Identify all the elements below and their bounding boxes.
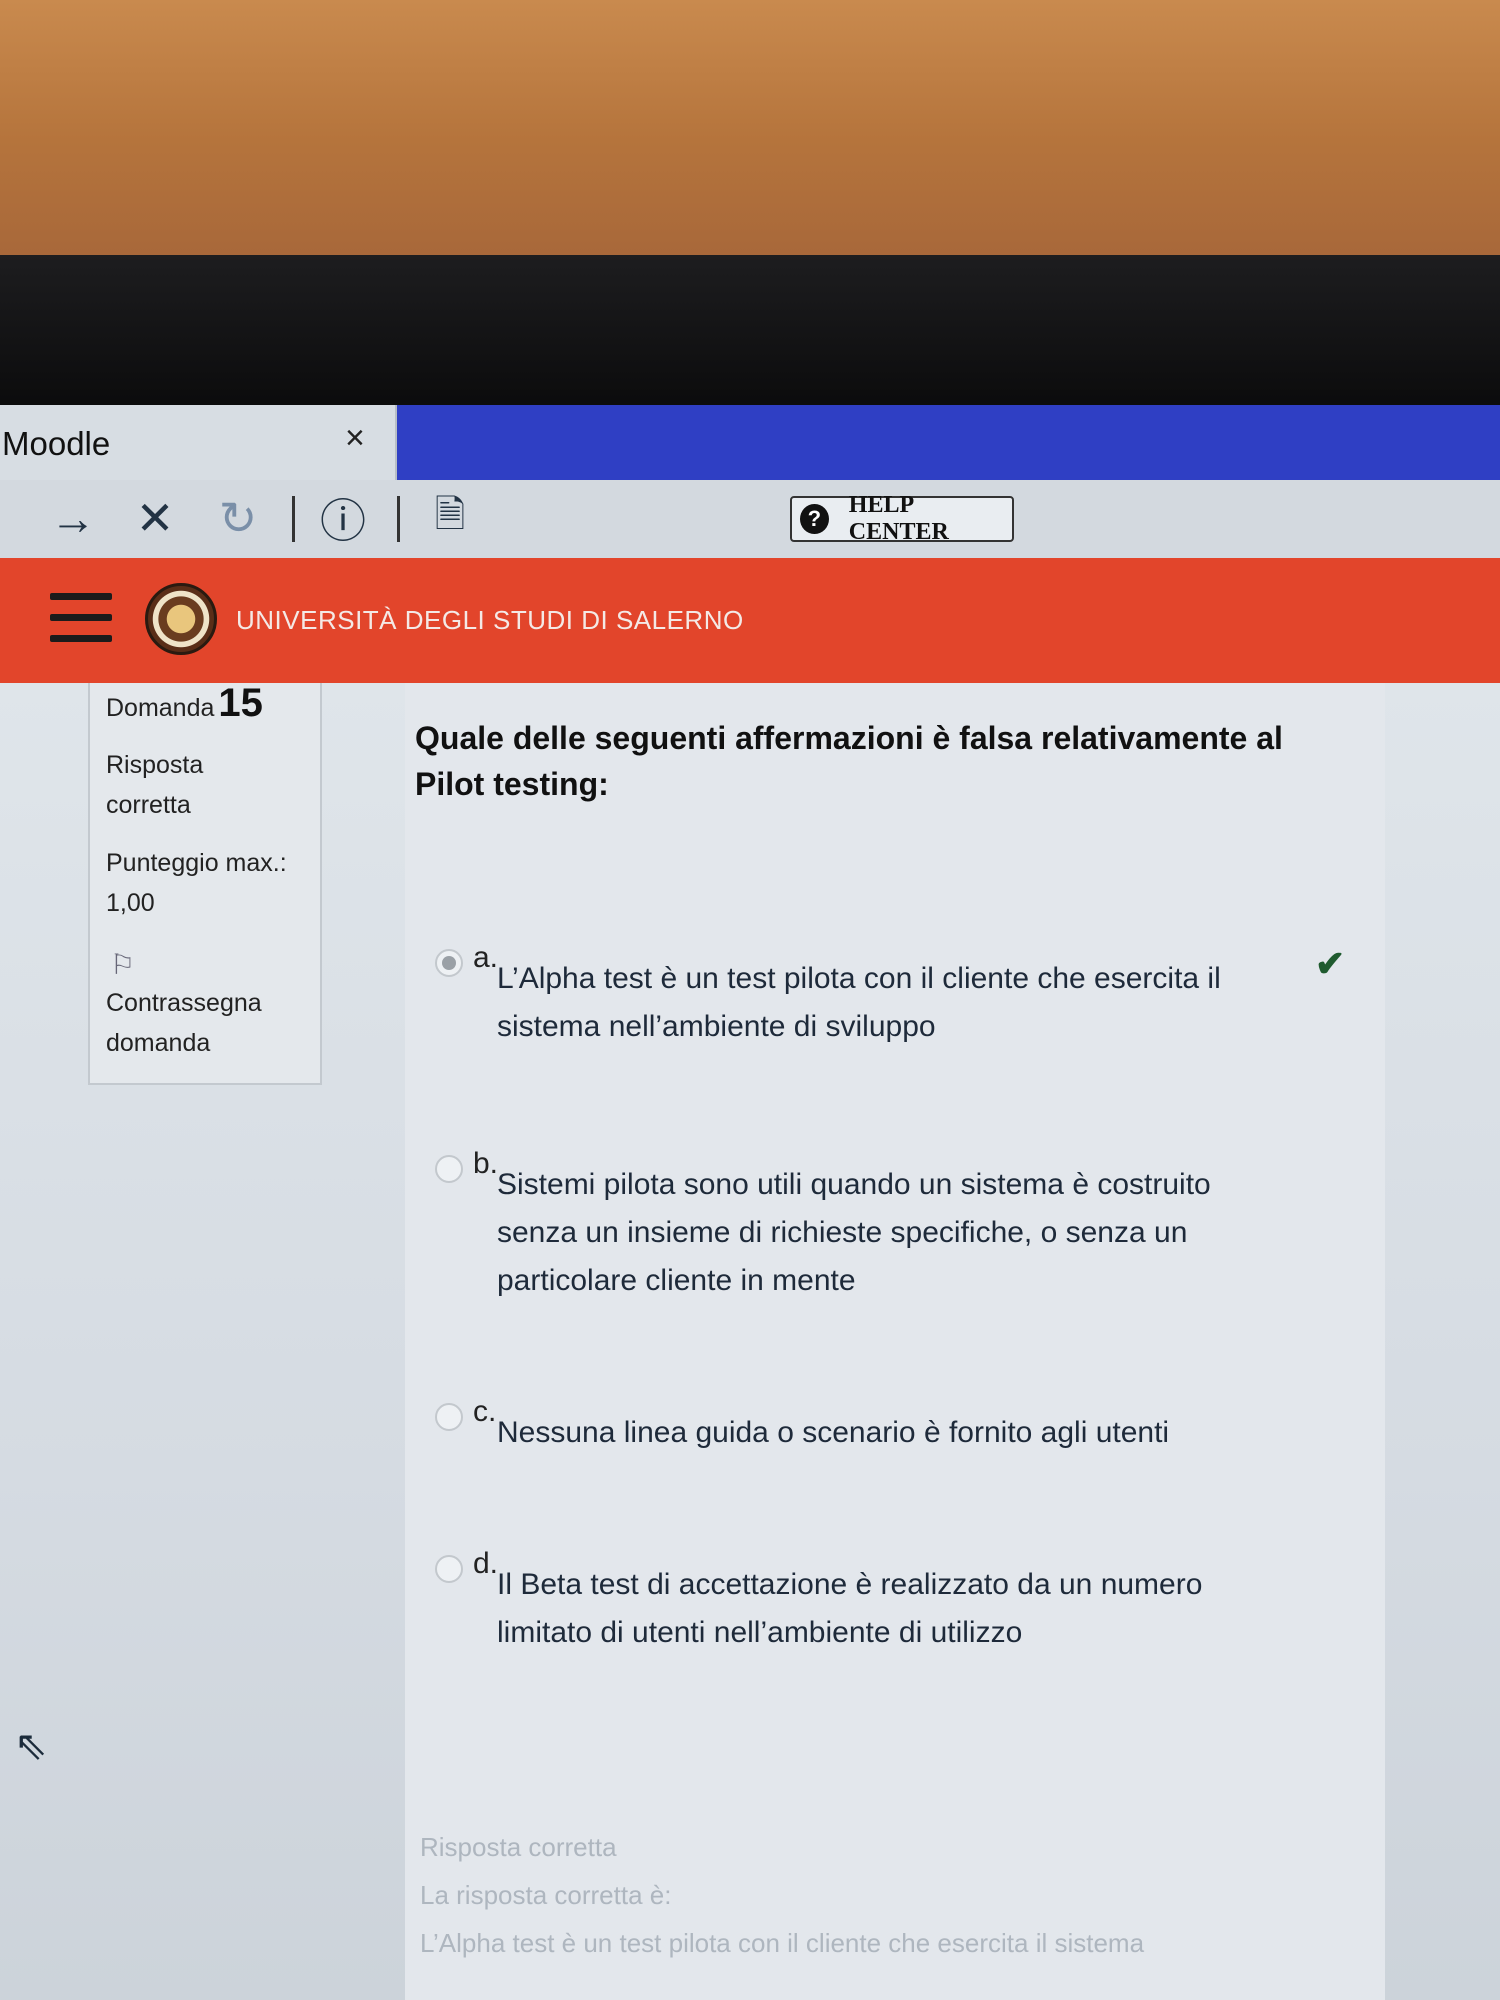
reload-icon[interactable]: ↻ — [213, 490, 263, 546]
menu-icon[interactable] — [50, 593, 112, 647]
tab-moodle[interactable]: Moodle × — [0, 405, 397, 487]
flag-icon[interactable]: ⚐ — [110, 948, 135, 981]
toolbar-divider — [292, 496, 295, 542]
new-document-icon[interactable]: 🗎 — [425, 490, 475, 546]
option-text: Sistemi pilota sono utili quando un sist… — [497, 1168, 1211, 1297]
tab-title: Moodle — [2, 425, 111, 462]
mouse-cursor-icon: ⇖ — [14, 1724, 48, 1768]
status-line-2: corretta — [106, 791, 191, 819]
score-label: Punteggio max.: — [106, 849, 287, 877]
radio-a[interactable] — [435, 949, 463, 977]
radio-b[interactable] — [435, 1155, 463, 1183]
option-letter: d. — [473, 1547, 499, 1580]
question-label: Domanda — [106, 694, 215, 722]
question-text: Quale delle seguenti affermazioni è fals… — [415, 720, 1283, 802]
radio-c[interactable] — [435, 1403, 463, 1431]
desk-background — [0, 0, 1500, 255]
flag-question-link[interactable]: Contrassegna — [106, 983, 262, 1023]
radio-d[interactable] — [435, 1555, 463, 1583]
university-header: UNIVERSITÀ DEGLI STUDI DI SALERNO — [0, 558, 1500, 683]
browser-screen: Moodle × → ✕ ↻ ⓘ 🗎 ? HELP CENTER UNIVERS… — [0, 405, 1500, 2000]
feedback-block: Risposta corretta La risposta corretta è… — [420, 1823, 1320, 1967]
option-letter: a. — [473, 941, 499, 974]
monitor-bezel — [0, 255, 1500, 410]
help-center-button[interactable]: ? HELP CENTER — [790, 492, 1014, 545]
option-text: Il Beta test di accettazione è realizzat… — [497, 1568, 1203, 1649]
info-icon[interactable]: ⓘ — [318, 490, 368, 547]
help-center-label: HELP CENTER — [848, 492, 949, 545]
score-value: 1,00 — [106, 889, 155, 917]
university-name: UNIVERSITÀ DEGLI STUDI DI SALERNO — [236, 605, 744, 635]
quiz-content: Domanda 15 Risposta corretta Punteggio ma… — [0, 683, 1500, 2000]
question-number: 15 — [218, 681, 263, 725]
stop-icon[interactable]: ✕ — [130, 490, 180, 546]
feedback-status: Risposta corretta — [420, 1832, 617, 1862]
feedback-correct-label: La risposta corretta è: — [420, 1880, 672, 1910]
forward-arrow-icon[interactable]: → — [48, 490, 98, 546]
option-text: L’Alpha test è un test pilota con il cli… — [497, 962, 1221, 1043]
toolbar-divider — [397, 496, 400, 542]
tab-strip: Moodle × — [0, 405, 1500, 487]
close-icon[interactable]: × — [345, 419, 365, 458]
question-panel: Quale delle seguenti affermazioni è fals… — [405, 683, 1385, 2000]
question-number-row: Domanda 15 — [106, 683, 263, 728]
option-text: Nessuna linea guida o scenario è fornito… — [497, 1416, 1170, 1449]
browser-toolbar: → ✕ ↻ ⓘ 🗎 ? HELP CENTER — [0, 480, 1500, 560]
help-icon: ? — [800, 504, 829, 534]
check-icon: ✔ — [1315, 943, 1346, 984]
flag-question-link-line2[interactable]: domanda — [106, 1023, 210, 1063]
question-info-card: Domanda 15 Risposta corretta Punteggio ma… — [88, 683, 322, 1085]
option-letter: b. — [473, 1147, 499, 1180]
answer-option-b[interactable]: b. Sistemi pilota sono utili quando un s… — [435, 1147, 1355, 1307]
university-seal-logo — [145, 583, 217, 655]
feedback-correct-answer: L’Alpha test è un test pilota con il cli… — [420, 1928, 1145, 1958]
option-letter: c. — [473, 1395, 497, 1428]
answer-option-a[interactable]: a. L’Alpha test è un test pilota con il … — [435, 941, 1355, 1051]
status-line-1: Risposta — [106, 751, 204, 779]
answer-option-d[interactable]: d. Il Beta test di accettazione è realiz… — [435, 1547, 1355, 1657]
answer-option-c[interactable]: c. Nessuna linea guida o scenario è forn… — [435, 1395, 1355, 1455]
